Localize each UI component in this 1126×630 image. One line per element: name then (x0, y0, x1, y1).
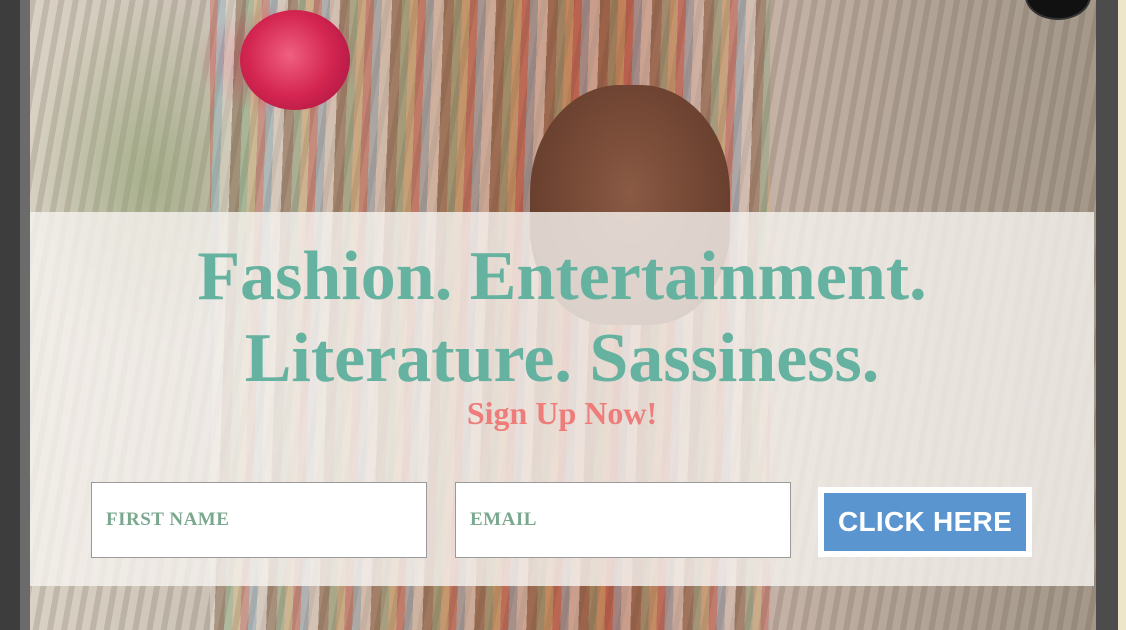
submit-button-frame: CLICK HERE (818, 487, 1032, 557)
signup-subheadline: Sign Up Now! (466, 395, 658, 431)
first-name-input[interactable] (91, 482, 427, 558)
modal-frame-left (0, 0, 20, 630)
email-input[interactable] (455, 482, 791, 558)
page-edge (1118, 0, 1126, 630)
photo-flower-detail (240, 10, 350, 110)
modal-frame-right (1096, 0, 1118, 630)
submit-button[interactable]: CLICK HERE (824, 493, 1026, 551)
headline: Fashion. Entertainment. Literature. Sass… (197, 238, 927, 397)
modal-frame-inner-left (20, 0, 30, 630)
